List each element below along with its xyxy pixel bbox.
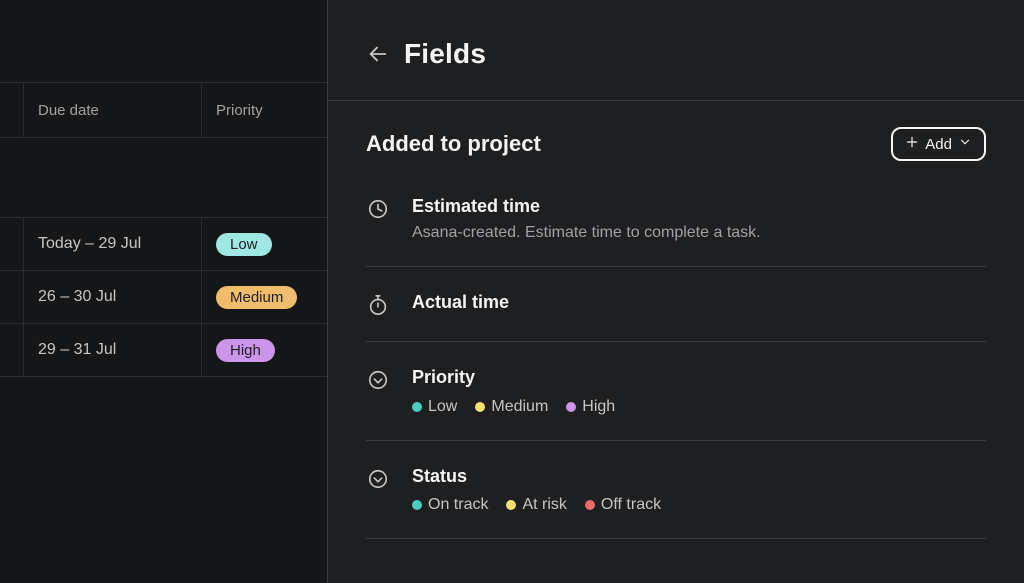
priority-pill: Medium	[216, 286, 297, 309]
field-body: Priority Low Medium High	[412, 366, 986, 415]
field-name: Status	[412, 465, 986, 488]
field-item[interactable]: Actual time	[366, 267, 986, 342]
color-dot	[566, 402, 576, 412]
field-option: Low	[412, 398, 457, 416]
table-header-row: Due date Priority	[0, 82, 327, 138]
field-option: On track	[412, 496, 488, 514]
section-title: Added to project	[366, 131, 541, 157]
table-row[interactable]: 29 – 31 Jul High	[0, 324, 327, 377]
back-arrow-icon[interactable]	[366, 42, 390, 66]
field-desc: Asana-created. Estimate time to complete…	[412, 224, 986, 242]
color-dot	[506, 500, 516, 510]
color-dot	[475, 402, 485, 412]
field-name: Actual time	[412, 291, 986, 314]
add-button-label: Add	[925, 136, 952, 153]
add-field-button[interactable]: Add	[891, 127, 986, 161]
fields-panel: Fields Added to project Add Estimated ti…	[327, 0, 1024, 583]
field-name: Priority	[412, 366, 986, 389]
panel-header: Fields	[328, 0, 1024, 101]
chevron-circle-icon	[366, 467, 390, 491]
table-row[interactable]: 26 – 30 Jul Medium	[0, 271, 327, 324]
field-list: Estimated time Asana-created. Estimate ti…	[328, 179, 1024, 539]
field-item[interactable]: Priority Low Medium High	[366, 342, 986, 440]
col-header-priority[interactable]: Priority	[202, 83, 327, 137]
field-body: Status On track At risk Off track	[412, 465, 986, 514]
color-dot	[412, 500, 422, 510]
table-blank-row	[0, 138, 327, 218]
plus-icon	[905, 135, 919, 153]
field-option: Medium	[475, 398, 548, 416]
background-table-area: Due date Priority Today – 29 Jul Low 26 …	[0, 0, 327, 583]
table-row[interactable]: Today – 29 Jul Low	[0, 218, 327, 271]
field-item[interactable]: Status On track At risk Off track	[366, 441, 986, 539]
field-item[interactable]: Estimated time Asana-created. Estimate ti…	[366, 179, 986, 267]
task-table: Due date Priority Today – 29 Jul Low 26 …	[0, 82, 327, 377]
field-option: At risk	[506, 496, 566, 514]
due-date-text: 26 – 30 Jul	[38, 288, 116, 306]
field-body: Estimated time Asana-created. Estimate ti…	[412, 195, 986, 242]
clock-icon	[366, 197, 390, 221]
field-option: High	[566, 398, 615, 416]
due-date-text: 29 – 31 Jul	[38, 341, 116, 359]
col-header-due-date[interactable]: Due date	[24, 83, 202, 137]
color-dot	[585, 500, 595, 510]
stopwatch-icon	[366, 293, 390, 317]
field-options: On track At risk Off track	[412, 496, 986, 514]
panel-title: Fields	[404, 38, 486, 70]
priority-pill: Low	[216, 233, 272, 256]
section-header: Added to project Add	[328, 101, 1024, 179]
chevron-circle-icon	[366, 368, 390, 392]
field-body: Actual time	[412, 291, 986, 314]
field-name: Estimated time	[412, 195, 986, 218]
due-date-text: Today – 29 Jul	[38, 235, 141, 253]
chevron-down-icon	[958, 135, 972, 153]
field-options: Low Medium High	[412, 398, 986, 416]
field-option: Off track	[585, 496, 661, 514]
color-dot	[412, 402, 422, 412]
priority-pill: High	[216, 339, 275, 362]
